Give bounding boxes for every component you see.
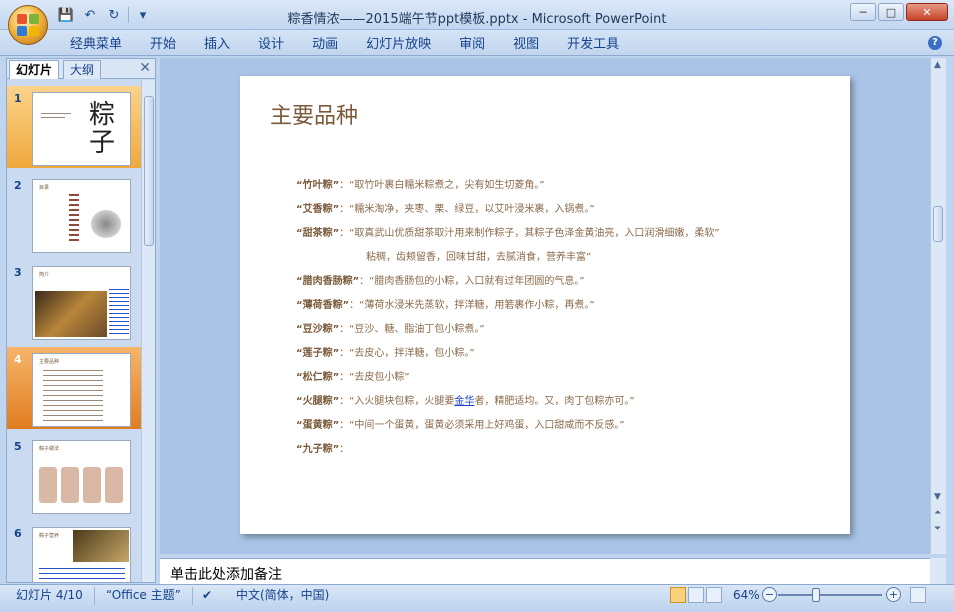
variety-item: “蛋黄粽”：“中间一个蛋黄，蛋黄必须采用上好鸡蛋，入口甜咸而不反感。” (296, 420, 625, 431)
variety-item: “松仁粽”：“去皮包小粽” (296, 372, 410, 383)
slide-thumbnail-6[interactable]: 6 粽子营养 (7, 521, 141, 582)
language-indicator[interactable]: 中文(简体，中国) (236, 586, 329, 604)
tab-review[interactable]: 审阅 (445, 35, 499, 55)
minimize-button[interactable]: ─ (850, 3, 876, 21)
next-slide-icon[interactable]: ⏷ (934, 524, 941, 534)
thumbnail-title: 主要品种 (39, 359, 60, 365)
slide-thumbnail-5[interactable]: 5 粽子做法 (7, 434, 141, 516)
thumbnail-number: 1 (14, 92, 22, 105)
ribbon: 经典菜单 开始 插入 设计 动画 幻灯片放映 审阅 视图 开发工具 ? (0, 30, 954, 56)
variety-item: “艾香粽”：“糯米淘净，夹枣、栗、绿豆，以艾叶浸米裹，入锅煮。” (296, 204, 595, 215)
close-button[interactable]: ✕ (906, 3, 948, 21)
notes-pane[interactable]: 单击此处添加备注 (160, 558, 930, 584)
variety-item: “九子粽”： (296, 444, 350, 455)
variety-item: “豆沙粽”：“豆沙、糖、脂油丁包小粽煮。” (296, 324, 485, 335)
variety-item: “竹叶粽”：“取竹叶裹白糯米粽煮之，尖有如生切菱角。” (296, 180, 545, 191)
thumbnail-title: 简介 (39, 272, 50, 278)
fit-to-window-icon[interactable] (910, 587, 926, 603)
slide-editor: 主要品种 “竹叶粽”：“取竹叶裹白糯米粽煮之，尖有如生切菱角。” “艾香粽”：“… (160, 58, 930, 554)
scroll-thumb[interactable] (933, 206, 943, 242)
status-bar: 幻灯片 4/10 “Office 主题” ✔ 中文(简体，中国) 64% − + (0, 584, 954, 612)
jinhua-link[interactable]: 金华 (454, 396, 474, 407)
thumbnail-title: 粽子营养 (39, 533, 60, 539)
slide-thumbnail-2[interactable]: 2 目录 (7, 173, 141, 255)
thumbnail-preview: 粽子营养 (32, 527, 131, 582)
variety-item: “腊肉香肠粽”：“腊肉香肠包的小粽，入口就有过年团圆的气息。” (296, 276, 585, 287)
zoom-in-button[interactable]: + (886, 587, 901, 602)
thumbnail-number: 2 (14, 179, 22, 192)
slide-thumbnail-1[interactable]: 1 粽子 (7, 86, 141, 168)
slide-title[interactable]: 主要品种 (270, 98, 358, 130)
tab-classic-menu[interactable]: 经典菜单 (56, 35, 136, 55)
thumbnail-preview: 主要品种 (32, 353, 131, 427)
zoom-slider-track[interactable] (778, 594, 882, 596)
title-bar: 💾 ↶ ↻ ▾ 粽香情浓——2015端午节ppt模板.pptx - Micros… (0, 0, 954, 45)
thumbnail-number: 3 (14, 266, 22, 279)
variety-item: “甜茶粽”：“取真武山优质甜茶取汁用来制作粽子，其粽子色泽金黄油亮，入口润滑细嫩… (296, 228, 720, 239)
thumbnail-preview: 粽子 (32, 92, 131, 166)
scroll-up-icon[interactable]: ▲ (934, 60, 941, 70)
tab-view[interactable]: 视图 (499, 35, 553, 55)
notes-placeholder: 单击此处添加备注 (170, 567, 282, 583)
previous-slide-icon[interactable]: ⏶ (934, 508, 941, 518)
slide-scrollbar[interactable]: ▲ ▼ ⏶ ⏷ (930, 58, 946, 554)
help-icon[interactable]: ? (928, 36, 942, 50)
slideshow-view-button[interactable] (706, 587, 722, 603)
slide-sorter-view-button[interactable] (688, 587, 704, 603)
office-logo-icon (17, 14, 39, 36)
tab-outline[interactable]: 大纲 (63, 60, 102, 79)
tab-home[interactable]: 开始 (136, 35, 190, 55)
thumbnail-list: 1 粽子 2 目录 3 简介 4 主要品种 5 粽子做法 6 粽子营养 (7, 80, 141, 582)
thumbnail-number: 5 (14, 440, 22, 453)
tab-slides[interactable]: 幻灯片 (9, 60, 60, 79)
window-title: 粽香情浓——2015端午节ppt模板.pptx - Microsoft Powe… (287, 12, 667, 27)
zoom-out-button[interactable]: − (762, 587, 777, 602)
tab-insert[interactable]: 插入 (190, 35, 244, 55)
variety-item: “薄荷香粽”：“薄荷水浸米先蒸软，拌洋糖，用箬裹作小粽，再煮。” (296, 300, 595, 311)
ribbon-tabs: 经典菜单 开始 插入 设计 动画 幻灯片放映 审阅 视图 开发工具 (56, 35, 633, 55)
zoom-level[interactable]: 64% (733, 586, 760, 604)
theme-name[interactable]: “Office 主题” (106, 586, 181, 604)
variety-item: “火腿粽”：“入火腿块包粽，火腿要金华者，精肥适均。又，肉丁包粽亦可。” (296, 396, 635, 407)
slide-thumbnail-4[interactable]: 4 主要品种 (7, 347, 141, 429)
tab-slideshow[interactable]: 幻灯片放映 (352, 35, 445, 55)
variety-item: “莲子粽”：“去皮心，拌洋糖，包小粽。” (296, 348, 475, 359)
spellcheck-icon[interactable]: ✔ (202, 586, 212, 604)
thumbnail-number: 4 (14, 353, 22, 366)
variety-item-continued: 粘稠，齿颊留香，回味甘甜，去腻消食，营养丰富” (366, 252, 592, 263)
tab-animations[interactable]: 动画 (298, 35, 352, 55)
notes-scrollbar[interactable] (930, 558, 946, 584)
close-pane-icon[interactable]: ✕ (139, 60, 151, 76)
thumbnails-scrollbar[interactable] (141, 80, 155, 582)
thumbnail-preview: 简介 (32, 266, 131, 340)
thumbnail-preview: 目录 (32, 179, 131, 253)
pane-tabs: 幻灯片 大纲 ✕ (7, 59, 155, 79)
thumbnail-preview: 粽子做法 (32, 440, 131, 514)
office-button[interactable] (8, 5, 48, 45)
window-controls: ─ □ ✕ (850, 3, 948, 21)
slide-canvas[interactable]: 主要品种 “竹叶粽”：“取竹叶裹白糯米粽煮之，尖有如生切菱角。” “艾香粽”：“… (240, 76, 850, 534)
tab-developer[interactable]: 开发工具 (553, 35, 633, 55)
normal-view-button[interactable] (670, 587, 686, 603)
thumbnail-title: 粽子做法 (39, 446, 60, 452)
scroll-thumb[interactable] (144, 96, 154, 246)
maximize-button[interactable]: □ (878, 3, 904, 21)
thumbnail-title: 粽子 (89, 100, 116, 158)
tab-design[interactable]: 设计 (244, 35, 298, 55)
thumbnail-title: 目录 (39, 185, 50, 191)
scroll-down-icon[interactable]: ▼ (934, 492, 941, 502)
slides-pane: 幻灯片 大纲 ✕ 1 粽子 2 目录 3 简介 4 主要品种 5 粽子做法 6 … (6, 58, 156, 583)
slide-thumbnail-3[interactable]: 3 简介 (7, 260, 141, 342)
slide-counter: 幻灯片 4/10 (16, 588, 83, 602)
thumbnail-number: 6 (14, 527, 22, 540)
zoom-slider-knob[interactable] (812, 588, 820, 602)
